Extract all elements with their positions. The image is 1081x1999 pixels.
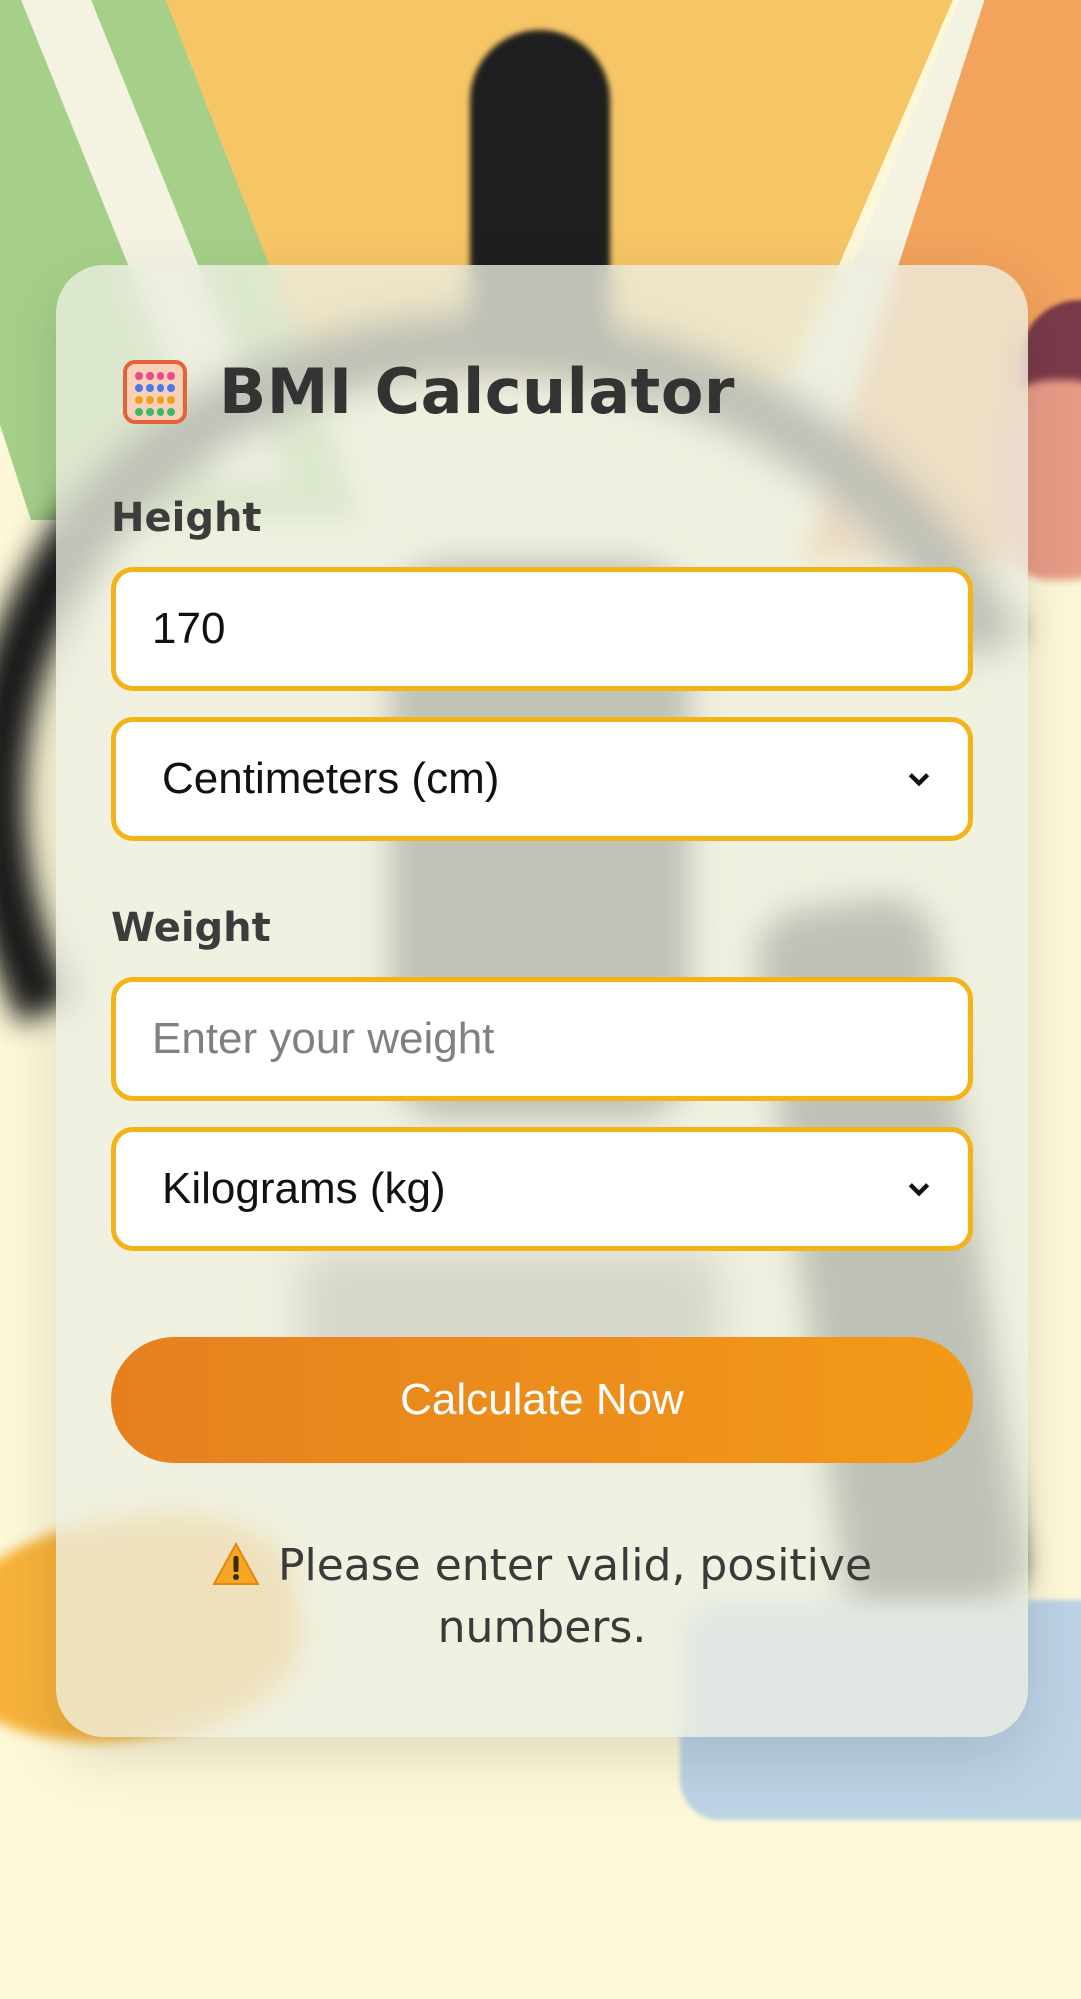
title-row: BMI Calculator xyxy=(123,355,735,428)
warning-icon xyxy=(212,1542,260,1585)
weight-input[interactable]: Enter your weight xyxy=(111,977,973,1101)
calculate-button[interactable]: Calculate Now xyxy=(111,1337,973,1463)
height-input[interactable]: 170 xyxy=(111,567,973,691)
height-unit-select[interactable]: Centimeters (cm) xyxy=(111,717,973,841)
weight-label: Weight xyxy=(111,905,271,951)
weight-unit-select[interactable]: Kilograms (kg) xyxy=(111,1127,973,1251)
height-label: Height xyxy=(111,495,262,541)
weight-input-placeholder: Enter your weight xyxy=(152,1014,495,1063)
page-title: BMI Calculator xyxy=(219,355,735,428)
error-message-text: Please enter valid, positive numbers. xyxy=(277,1540,873,1653)
height-unit-value: Centimeters (cm) xyxy=(162,754,500,803)
height-input-value: 170 xyxy=(152,604,226,653)
weight-unit-value: Kilograms (kg) xyxy=(162,1164,446,1213)
abacus-icon xyxy=(123,359,187,424)
chevron-down-icon xyxy=(908,1183,930,1197)
chevron-down-icon xyxy=(908,773,930,787)
error-message: Please enter valid, positive numbers. xyxy=(111,1535,973,1659)
bmi-card: BMI Calculator Height 170 Centimeters (c… xyxy=(56,265,1028,1737)
